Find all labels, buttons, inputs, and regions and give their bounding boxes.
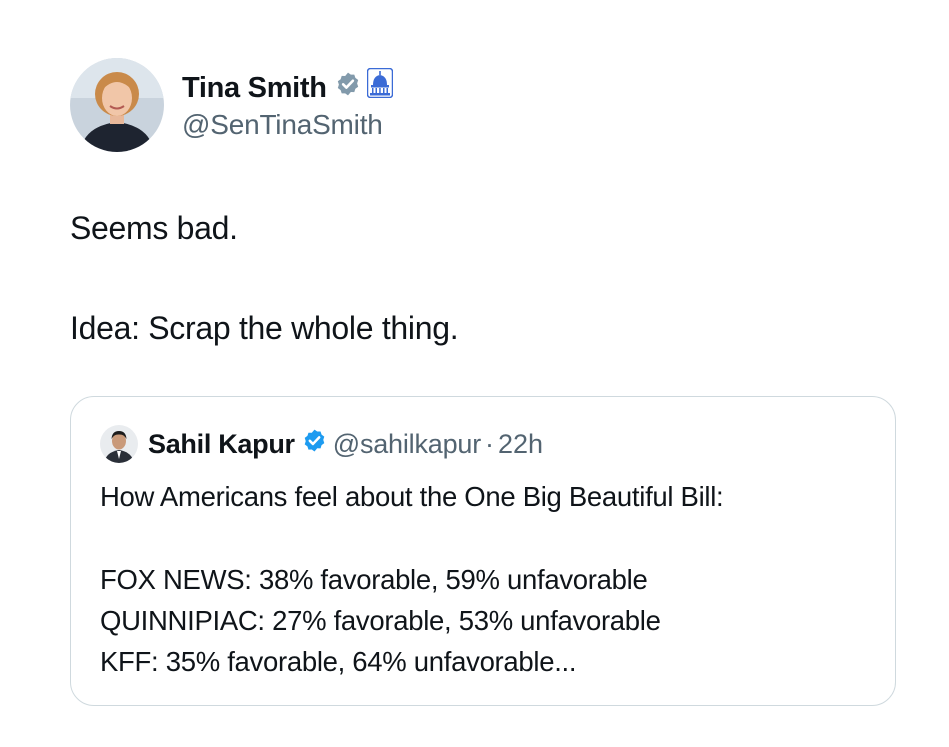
quoted-post-card[interactable]: Sahil Kapur @sahilkapur · 22h How Americ… <box>70 396 896 706</box>
quoted-text-line: KFF: 35% favorable, 64% unfavorable... <box>100 646 577 677</box>
verified-badge-icon <box>335 70 361 106</box>
author-handle[interactable]: @SenTinaSmith <box>182 108 383 142</box>
author-avatar[interactable] <box>70 58 164 152</box>
capitol-dome-icon <box>366 67 393 107</box>
quoted-author-avatar[interactable] <box>100 425 138 463</box>
quoted-text-line: QUINNIPIAC: 27% favorable, 53% unfavorab… <box>100 605 661 636</box>
author-name-row[interactable]: Tina Smith <box>182 67 393 107</box>
quoted-text-line: How Americans feel about the One Big Bea… <box>100 481 724 512</box>
quoted-author-row[interactable]: Sahil Kapur @sahilkapur · 22h <box>148 425 543 463</box>
quoted-post-timestamp[interactable]: 22h <box>498 429 543 460</box>
post-text-line: Idea: Scrap the whole thing. <box>70 310 459 346</box>
separator-dot: · <box>485 428 495 459</box>
author-name[interactable]: Tina Smith <box>182 70 327 106</box>
quoted-author-name[interactable]: Sahil Kapur <box>148 429 295 460</box>
post-text-line: Seems bad. <box>70 210 238 246</box>
quoted-text-line: FOX NEWS: 38% favorable, 59% unfavorable <box>100 564 648 595</box>
verified-badge-icon <box>302 428 327 460</box>
quoted-author-handle[interactable]: @sahilkapur <box>333 429 481 460</box>
